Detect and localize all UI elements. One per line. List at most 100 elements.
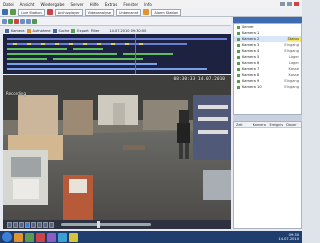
camera-name: Kamera 1 [242, 31, 260, 35]
camera-name: Kamera 10 [242, 85, 262, 89]
minimize-icon[interactable] [280, 2, 285, 6]
tab-analysis[interactable]: Videoanalyse [84, 8, 114, 16]
camera-name: Kamera 5 [242, 55, 260, 59]
pause-icon[interactable] [31, 221, 36, 228]
clock-date: 14.07.2010 [278, 237, 299, 241]
slider-handle[interactable] [97, 221, 100, 228]
step-forward-icon[interactable] [37, 221, 42, 228]
app-icon[interactable] [58, 232, 67, 242]
camera-video-frame[interactable]: Recording 08:30:33 14.07.2010 [3, 75, 231, 220]
event-list-header: Zeit Kamera Ereignis Dauer [234, 122, 301, 128]
camera-icon [237, 55, 240, 59]
view-item[interactable]: Export [77, 29, 88, 33]
app-icon[interactable] [25, 232, 34, 242]
settings-icon[interactable] [143, 9, 150, 15]
column-header[interactable]: Ereignis [268, 123, 285, 127]
app-icon[interactable] [14, 232, 23, 242]
app-window: Datei Ansicht Wiedergabe Server Hilfe Ex… [0, 0, 302, 243]
export-icon[interactable] [32, 18, 37, 24]
camera-name: Server [242, 25, 254, 29]
menu-item[interactable]: Info [144, 2, 152, 7]
start-button[interactable] [2, 232, 12, 242]
camera-icon [237, 67, 240, 71]
tab-unnamed[interactable]: Unbenannt [116, 8, 142, 16]
camera-name: Kamera 4 [242, 49, 260, 53]
camera-name: Kamera 9 [242, 79, 260, 83]
menu-item[interactable]: Wiedergabe [40, 2, 64, 7]
camera-label: Recording [6, 91, 27, 96]
view-item[interactable]: Kamera [11, 29, 25, 33]
view-item[interactable]: Filter [91, 29, 100, 33]
stop-icon[interactable] [14, 18, 19, 24]
maximize-icon[interactable] [287, 2, 292, 6]
view-item[interactable]: Aufnahme [33, 29, 51, 33]
main-toolbar: Live Station Archivplayer Videoanalyse U… [0, 8, 302, 17]
column-header[interactable]: Zeit [234, 123, 251, 127]
camera-name: Kamera 6 [242, 61, 260, 65]
view-toolbar: Kamera Aufnahme Suche Export Filter 14.0… [3, 27, 231, 34]
record-icon[interactable] [26, 28, 31, 33]
rewind-icon[interactable] [13, 221, 18, 228]
camera-item[interactable]: Kamera 10 Eingang [234, 84, 301, 90]
camera-tree: Server Kamera 1 Kamera 2 Status Kamera 3 E… [233, 23, 302, 115]
export-icon[interactable] [71, 28, 76, 33]
tab-alarm[interactable]: Alarm Station [151, 8, 182, 16]
app-icon[interactable] [36, 232, 45, 242]
tab-live[interactable]: Live Station [18, 8, 45, 16]
layout-icon[interactable] [20, 18, 25, 24]
app-icon[interactable] [69, 232, 78, 242]
camera-name: Kamera 2 [242, 37, 260, 41]
menu-item[interactable]: Datei [3, 2, 14, 7]
play-icon[interactable] [8, 18, 13, 24]
playback-bar [3, 220, 231, 229]
camera-icon [237, 49, 240, 53]
time-readout: 14.07.2010 09:30:00 [109, 28, 147, 33]
app-icon[interactable] [47, 232, 56, 242]
camera-status: Kasse [288, 67, 299, 71]
camera-icon [237, 85, 240, 89]
server-icon [237, 25, 240, 29]
event-list: Zeit Kamera Ereignis Dauer [233, 121, 302, 229]
home-icon[interactable] [2, 9, 8, 15]
step-back-icon[interactable] [19, 221, 24, 228]
camera-icon [237, 73, 240, 77]
camera-status: Eingang [284, 85, 299, 89]
play-icon[interactable] [25, 221, 30, 228]
close-icon[interactable] [294, 2, 299, 6]
video-timestamp: 08:30:33 14.07.2010 [173, 77, 225, 82]
recording-timeline[interactable] [3, 34, 231, 74]
record-icon[interactable] [46, 9, 53, 15]
camera-name: Kamera 8 [242, 73, 260, 77]
search-icon[interactable] [52, 28, 57, 33]
fast-forward-icon[interactable] [43, 221, 48, 228]
back-icon[interactable] [10, 9, 16, 15]
secondary-toolbar [0, 17, 231, 26]
menu-item[interactable]: Hilfe [90, 2, 99, 7]
camera-icon[interactable] [5, 28, 9, 33]
camera-icon [237, 61, 240, 65]
timeline-chart [3, 34, 231, 74]
menu-bar: Datei Ansicht Wiedergabe Server Hilfe Ex… [0, 0, 302, 8]
video-image [3, 75, 231, 220]
menu-item[interactable]: Ansicht [20, 2, 35, 7]
taskbar: 09:30 14.07.2010 [0, 231, 302, 243]
skip-start-icon[interactable] [7, 221, 12, 228]
column-header[interactable]: Dauer [284, 123, 301, 127]
camera-status: Eingang [284, 79, 299, 83]
menu-item[interactable]: Server [70, 2, 83, 7]
system-clock[interactable]: 09:30 14.07.2010 [278, 233, 302, 241]
playback-speed-slider[interactable] [61, 221, 151, 228]
menu-item[interactable]: Extras [105, 2, 118, 7]
tab-archive[interactable]: Archivplayer [54, 8, 83, 16]
skip-end-icon[interactable] [49, 221, 54, 228]
camera-status: Kasse [288, 73, 299, 77]
camera-icon[interactable] [2, 18, 7, 24]
camera-status: Lager [288, 55, 299, 59]
view-item[interactable]: Suche [59, 29, 70, 33]
window-controls [280, 2, 302, 6]
zoom-icon[interactable] [26, 18, 31, 24]
camera-status: Eingang [284, 43, 299, 47]
camera-icon [237, 31, 240, 35]
column-header[interactable]: Kamera [251, 123, 268, 127]
menu-item[interactable]: Fenster [123, 2, 138, 7]
